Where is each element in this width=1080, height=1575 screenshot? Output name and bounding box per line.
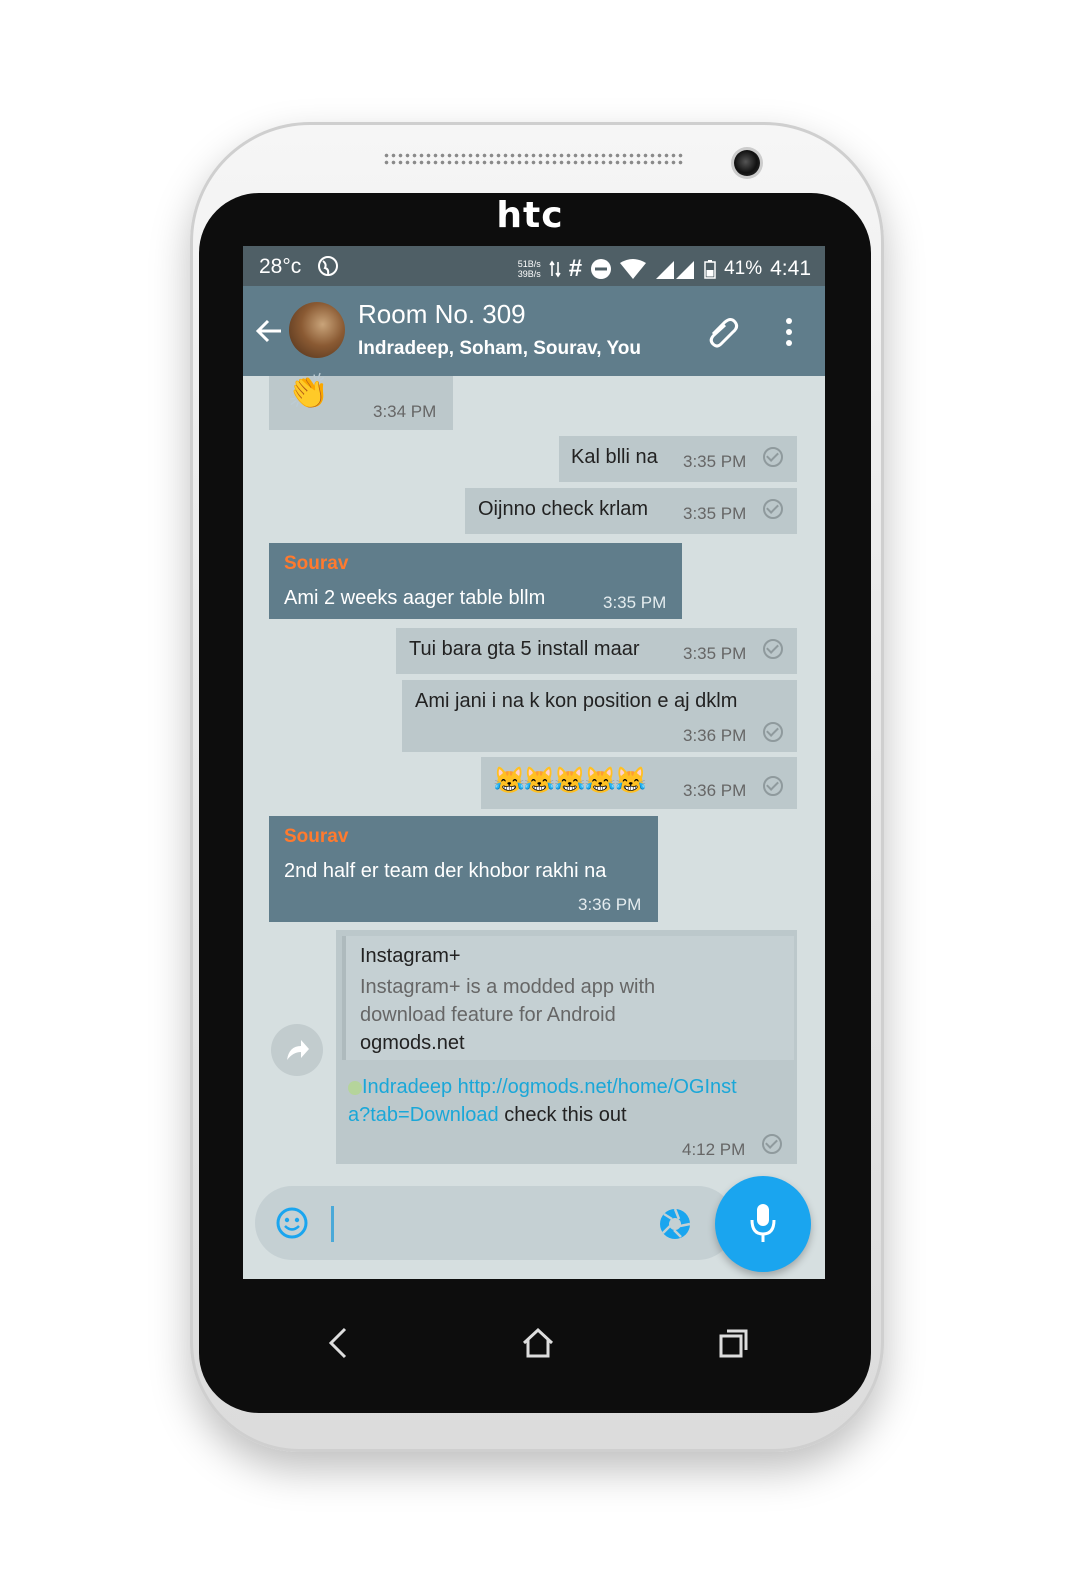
read-check-icon <box>762 1134 782 1154</box>
net-up: 51B/s <box>517 259 541 269</box>
chat-title[interactable]: Room No. 309 <box>358 299 526 330</box>
nav-back-icon <box>328 1327 347 1359</box>
brand-logo: htc <box>496 195 564 236</box>
trailing-text: check this out <box>504 1104 627 1126</box>
net-speed: 51B/s 39B/s <box>518 259 541 279</box>
nav-home-icon <box>522 1327 554 1358</box>
message-bubble[interactable]: Instagram+ Instagram+ is a modded app wi… <box>336 930 797 1164</box>
temperature: 28°c <box>259 255 302 278</box>
read-check-icon <box>763 776 783 796</box>
message-text: Oijnno check krlam <box>478 498 649 520</box>
nav-back-button[interactable] <box>308 1318 368 1368</box>
mic-button[interactable] <box>715 1176 811 1272</box>
smiley-icon[interactable] <box>275 1206 309 1240</box>
share-icon <box>287 1040 309 1060</box>
message-bubble[interactable]: Sourav Ami 2 weeks aager table bllm 3:35… <box>269 543 682 619</box>
arrow-left-icon[interactable] <box>255 318 283 344</box>
sender-name: Sourav <box>284 553 349 574</box>
message-text: Tui bara gta 5 install maar <box>409 638 640 660</box>
message-bubble[interactable]: Sourav 2nd half er team der khobor rakhi… <box>269 816 658 922</box>
message-time: 3:34 PM <box>373 402 437 421</box>
message-text: Ami jani i na k kon position e aj dklm <box>415 690 738 712</box>
chat-members[interactable]: Indradeep, Soham, Sourav, You <box>358 338 641 360</box>
message-text: Indradeep http://ogmods.net/home/OGInsta… <box>348 1073 748 1129</box>
read-check-icon <box>763 447 783 467</box>
wifi-icon <box>620 259 647 279</box>
message-time: 3:36 PM <box>578 895 642 914</box>
nav-home-button[interactable] <box>508 1318 568 1368</box>
read-check-icon <box>763 499 783 519</box>
message-text: 2nd half er team der khobor rakhi na <box>284 860 607 882</box>
mention-dot-icon <box>348 1080 362 1095</box>
screen: 28°c 51B/s 39B/s # 41% 4:41 Room No. 309… <box>243 246 825 1279</box>
sender-name: Sourav <box>284 826 349 847</box>
message-bubble[interactable]: Kal blli na 3:35 PM <box>559 436 797 482</box>
message-bubble[interactable]: Ami jani i na k kon position e aj dklm 3… <box>402 680 797 752</box>
net-down: 39B/s <box>517 269 541 279</box>
camera-shutter-icon[interactable] <box>657 1206 693 1242</box>
preview-title: Instagram+ <box>360 945 461 967</box>
paperclip-icon[interactable] <box>705 314 741 350</box>
message-time: 3:35 PM <box>683 452 747 471</box>
front-camera <box>734 150 760 176</box>
clock: 4:41 <box>770 257 811 280</box>
message-time: 4:12 PM <box>682 1140 746 1159</box>
message-input-bar <box>255 1186 735 1260</box>
signal-icon <box>656 261 695 279</box>
message-input[interactable] <box>325 1196 645 1250</box>
message-time: 3:35 PM <box>683 504 747 523</box>
more-vert-icon[interactable] <box>783 316 795 348</box>
hash-icon: # <box>568 255 583 282</box>
message-bubble[interactable]: 😹😹😹😹😹 3:36 PM <box>481 757 797 809</box>
message-time: 3:35 PM <box>683 644 747 663</box>
message-emoji: 👏 <box>287 373 330 411</box>
read-check-icon <box>763 639 783 659</box>
message-time: 3:36 PM <box>683 781 747 800</box>
speaker-grille <box>383 152 683 166</box>
link-preview[interactable]: Instagram+ Instagram+ is a modded app wi… <box>342 936 794 1060</box>
message-bubble[interactable]: Tui bara gta 5 install maar 3:35 PM <box>396 628 797 674</box>
nav-recents-button[interactable] <box>704 1318 764 1368</box>
nav-recents-icon <box>719 1329 748 1358</box>
read-check-icon <box>763 722 783 742</box>
battery-icon <box>704 260 716 279</box>
message-text: Ami 2 weeks aager table bllm <box>284 587 546 609</box>
chat-toolbar: Room No. 309 Indradeep, Soham, Sourav, Y… <box>243 286 825 376</box>
mention[interactable]: Indradeep <box>362 1076 452 1098</box>
group-avatar[interactable] <box>289 302 345 358</box>
preview-description: Instagram+ is a modded app with download… <box>360 976 656 1026</box>
preview-site: ogmods.net <box>360 1032 465 1054</box>
message-text: Kal blli na <box>571 446 658 468</box>
message-emoji: 😹😹😹😹😹 <box>493 765 647 795</box>
dnd-icon <box>591 259 612 279</box>
message-bubble[interactable]: Oijnno check krlam 3:35 PM <box>465 488 797 534</box>
message-bubble[interactable]: 👏 3:34 PM <box>269 373 453 430</box>
share-button[interactable] <box>271 1024 323 1076</box>
status-bar: 28°c 51B/s 39B/s # 41% 4:41 <box>243 246 825 286</box>
message-time: 3:36 PM <box>683 726 747 745</box>
data-arrows-icon <box>549 260 561 278</box>
globe-icon <box>318 256 338 276</box>
text-cursor <box>331 1206 334 1242</box>
battery-percent: 41% <box>724 258 763 279</box>
mic-icon <box>750 1204 776 1242</box>
message-time: 3:35 PM <box>603 593 667 612</box>
